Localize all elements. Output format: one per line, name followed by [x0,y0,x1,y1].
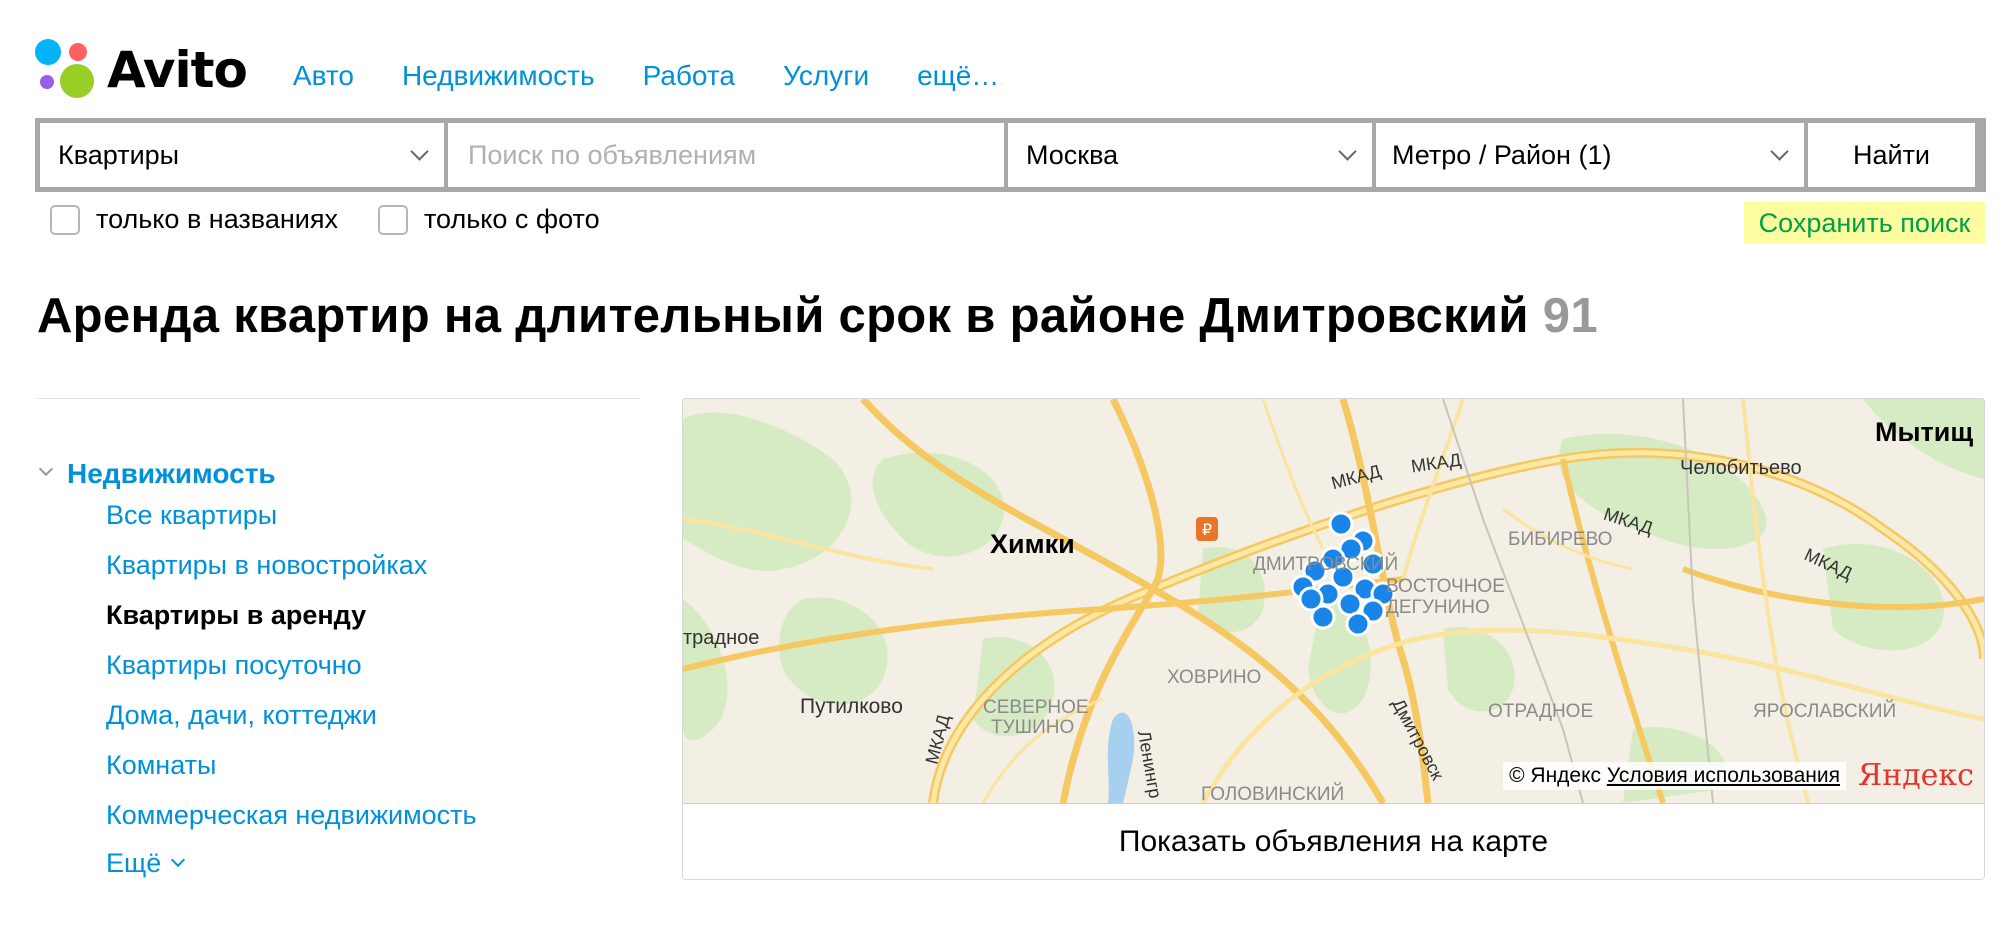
find-button[interactable]: Найти [1808,123,1975,187]
map-label-chelobityevo: Челобитьево [1680,457,1802,479]
sidebar-item-rent: Квартиры в аренду [106,600,367,630]
sidebar-item-commercial[interactable]: Коммерческая недвижимость [106,790,477,840]
chevron-down-icon [1770,142,1789,161]
sidebar-subcategory-list: Все квартиры Квартиры в новостройках Ква… [106,490,477,886]
search-input[interactable]: Поиск по объявлениям [448,123,1004,187]
map-label-khovrino: ХОВРИНО [1167,667,1262,688]
search-input-placeholder: Поиск по объявлениям [468,139,757,170]
search-bar: Квартиры Поиск по объявлениям Москва Мет… [35,118,1986,192]
sidebar-divider [37,398,640,399]
save-search-label: Сохранить поиск [1758,207,1971,238]
chevron-down-icon [171,852,186,868]
logo-dots-icon [35,39,97,101]
yandex-logo[interactable]: Яндекс [1858,758,1974,793]
map-label-tushino: ТУШИНО [991,717,1075,738]
map-copyright-text: © Яндекс [1509,763,1602,787]
titles-only-option[interactable]: только в названиях [50,204,338,235]
map-label-golovinsky: ГОЛОВИНСКИЙ [1201,784,1345,803]
sidebar-category-label: Недвижимость [67,458,276,489]
chevron-down-icon [1338,142,1357,161]
map-label-mytishchi: Мытищ [1875,417,1974,447]
sidebar-category-realty[interactable]: Недвижимость [37,458,477,490]
category-select[interactable]: Квартиры [40,123,444,187]
nav-link-auto[interactable]: Авто [293,60,354,92]
sidebar-item-all-apartments[interactable]: Все квартиры [106,490,477,540]
show-on-map-button[interactable]: Показать объявления на карте [683,803,1984,879]
nav-link-jobs[interactable]: Работа [643,60,735,92]
nav-link-realty[interactable]: Недвижимость [402,60,595,92]
metro-district-select[interactable]: Метро / Район (1) [1376,123,1804,187]
with-photo-checkbox[interactable] [377,204,408,235]
main-nav: Авто Недвижимость Работа Услуги ещё… [293,60,1047,92]
map-label-degunino: ДЕГУНИНО [1386,597,1490,618]
map-copyright-box: © Яндекс Условия использования [1503,761,1846,790]
map-label-otradnoe-left: традное [683,627,760,649]
map-label-yaroslavsky: ЯРОСЛАВСКИЙ [1753,701,1897,722]
map-label-putilkovo: Путилково [800,695,903,718]
svg-text:₽: ₽ [1202,520,1212,539]
avito-logo[interactable]: Avito [35,39,248,101]
map-label-otradnoe: ОТРАДНОЕ [1488,701,1594,722]
map-terms-link[interactable]: Условия использования [1607,764,1840,787]
city-select[interactable]: Москва [1008,123,1372,187]
map-label-severnoe: СЕВЕРНОЕ [983,697,1089,718]
sidebar-more-link[interactable]: Ещё [106,840,477,886]
map-widget: ₽ Химки Мытищ Челобитьево БИБИРЕВО МКАД … [682,398,1985,880]
page-title-text: Аренда квартир на длительный срок в райо… [37,289,1529,343]
sidebar-item-rooms[interactable]: Комнаты [106,740,477,790]
chevron-down-icon [410,142,429,161]
city-select-value: Москва [1026,139,1119,170]
header: Avito Авто Недвижимость Работа Услуги ещ… [35,38,1047,102]
search-options: только в названиях только с фото [50,204,640,235]
nav-link-services[interactable]: Услуги [783,60,869,92]
find-button-label: Найти [1852,139,1931,170]
map-label-bibirevo: БИБИРЕВО [1508,529,1613,550]
show-on-map-label: Показать объявления на карте [1118,825,1549,858]
metro-district-select-value: Метро / Район (1) [1392,139,1612,170]
nav-link-more[interactable]: ещё… [917,60,999,92]
map-label-vostochnoe: ВОСТОЧНОЕ [1386,576,1505,597]
category-sidebar: Недвижимость Все квартиры Квартиры в нов… [37,458,477,886]
results-count: 91 [1542,289,1598,343]
chevron-down-icon [38,461,54,477]
sidebar-item-new-buildings[interactable]: Квартиры в новостройках [106,540,477,590]
map-label-khimki: Химки [990,529,1075,559]
titles-only-checkbox[interactable] [50,204,80,235]
category-select-value: Квартиры [58,139,180,170]
sidebar-item-houses[interactable]: Дома, дачи, коттеджи [106,690,477,740]
sidebar-more-label: Ещё [106,847,162,878]
titles-only-label: только в названиях [96,204,338,234]
with-photo-option[interactable]: только с фото [377,204,600,235]
map-canvas[interactable]: ₽ Химки Мытищ Челобитьево БИБИРЕВО МКАД … [683,399,1984,803]
logo-text: Avito [107,41,248,99]
with-photo-label: только с фото [423,204,600,234]
page-title: Аренда квартир на длительный срок в райо… [37,288,1598,344]
sidebar-item-daily-rent[interactable]: Квартиры посуточно [106,640,477,690]
map-label-dmitrovsky: ДМИТРОВСКИЙ [1253,554,1399,575]
map-copyright: © Яндекс Условия использования Яндекс [1503,758,1974,793]
save-search-button[interactable]: Сохранить поиск [1744,202,1985,244]
